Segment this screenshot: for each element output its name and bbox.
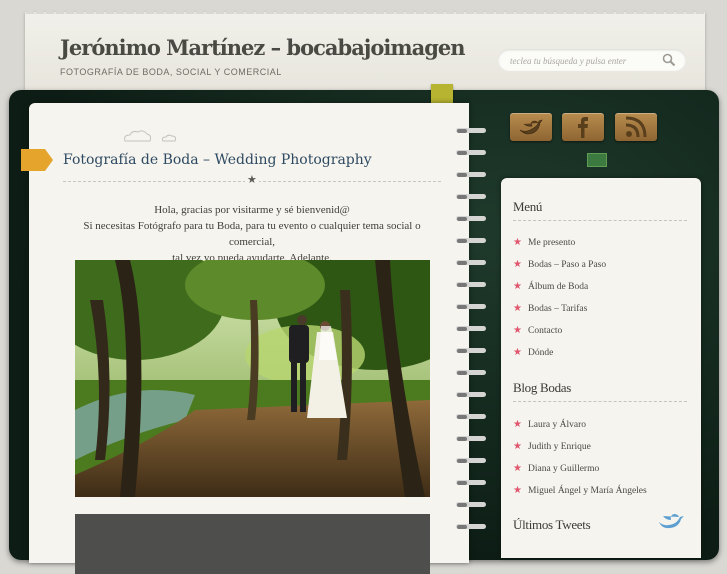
- widget-divider: [513, 220, 687, 221]
- menu-item[interactable]: ★ Me presento: [513, 232, 693, 254]
- star-icon: ★: [513, 441, 522, 452]
- star-icon: ★: [513, 237, 522, 248]
- tweets-widget-title: Últimos Tweets: [513, 517, 591, 532]
- bird-icon: [659, 514, 684, 529]
- widget-divider: [513, 401, 687, 402]
- post-tab-marker: [21, 149, 53, 171]
- blog-item-label: Judith y Enrique: [528, 442, 591, 452]
- clouds-icon: [124, 130, 177, 142]
- blog-item[interactable]: ★ Miguel Ángel y María Ángeles: [513, 480, 693, 502]
- blog-item-label: Diana y Guillermo: [528, 464, 600, 474]
- post-intro: Hola, gracias por visitarme y sé bienven…: [63, 202, 441, 266]
- rss-button[interactable]: [615, 113, 657, 141]
- wedding-photo[interactable]: [75, 260, 430, 497]
- post-line: Hola, gracias por visitarme y sé bienven…: [154, 204, 350, 216]
- next-post-image[interactable]: [75, 514, 430, 574]
- blog-item[interactable]: ★ Laura y Álvaro: [513, 414, 693, 436]
- star-icon: ★: [513, 463, 522, 474]
- menu-item[interactable]: ★ Bodas – Paso a Paso: [513, 254, 693, 276]
- star-icon: ★: [245, 173, 259, 186]
- menu-item[interactable]: ★ Contacto: [513, 320, 693, 342]
- twitter-icon: [519, 119, 543, 135]
- blog-item[interactable]: ★ Diana y Guillermo: [513, 458, 693, 480]
- menu-item-label: Bodas – Paso a Paso: [528, 260, 607, 270]
- star-icon: ★: [513, 303, 522, 314]
- spiral-binding: [456, 128, 486, 529]
- post-title[interactable]: Fotografía de Boda – Wedding Photography: [63, 152, 372, 168]
- star-icon: ★: [513, 419, 522, 430]
- blog-item-label: Laura y Álvaro: [528, 420, 587, 430]
- search-icon[interactable]: [662, 53, 676, 67]
- facebook-icon: [578, 117, 588, 138]
- menu-item-label: Me presento: [528, 238, 576, 248]
- star-icon: ★: [513, 281, 522, 292]
- star-icon: ★: [513, 325, 522, 336]
- star-icon: ★: [513, 485, 522, 496]
- site-description: FOTOGRAFÍA DE BODA, SOCIAL Y COMERCIAL: [60, 67, 282, 77]
- menu-item[interactable]: ★ Dónde: [513, 342, 693, 364]
- site-title[interactable]: Jerónimo Martínez – bocabajoimagen: [60, 35, 466, 60]
- blog-item[interactable]: ★ Judith y Enrique: [513, 436, 693, 458]
- menu-item[interactable]: ★ Bodas – Tarifas: [513, 298, 693, 320]
- rss-icon: [625, 116, 647, 138]
- twitter-button[interactable]: [510, 113, 552, 141]
- blog-item-label: Miguel Ángel y María Ángeles: [528, 486, 647, 496]
- post-line: Si necesitas Fotógrafo para tu Boda, par…: [83, 220, 421, 248]
- blog-widget-title: Blog Bodas: [513, 380, 572, 395]
- menu-item[interactable]: ★ Álbum de Boda: [513, 276, 693, 298]
- search-input[interactable]: [508, 52, 662, 70]
- search-box[interactable]: [498, 49, 686, 71]
- facebook-button[interactable]: [562, 113, 604, 141]
- main-content-page: Fotografía de Boda – Wedding Photography…: [21, 103, 469, 574]
- menu-list: ★ Me presento ★ Bodas – Paso a Paso ★ Álbum…: [513, 232, 693, 364]
- feed-badge[interactable]: [587, 153, 607, 167]
- menu-item-label: Dónde: [528, 348, 554, 358]
- header-paper: Jerónimo Martínez – bocabajoimagen FOTOG…: [25, 6, 705, 92]
- star-icon: ★: [513, 259, 522, 270]
- menu-widget-title: Menú: [513, 199, 543, 214]
- menu-item-label: Álbum de Boda: [528, 282, 589, 292]
- sidebar-page: Menú ★ Me presento ★ Bodas – Paso a Paso ★…: [501, 178, 701, 558]
- blog-list: ★ Laura y Álvaro ★ Judith y Enrique ★ Diana…: [513, 414, 693, 502]
- menu-item-label: Contacto: [528, 326, 563, 336]
- menu-item-label: Bodas – Tarifas: [528, 304, 588, 314]
- star-icon: ★: [513, 347, 522, 358]
